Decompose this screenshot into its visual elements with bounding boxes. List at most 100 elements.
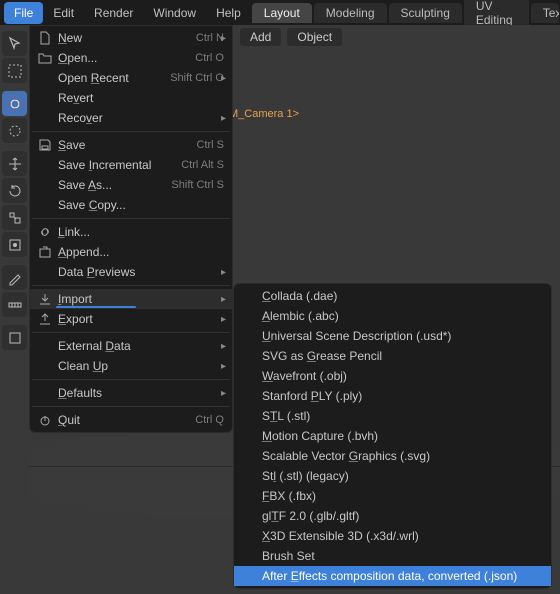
- file-menu-item-save-copy-[interactable]: Save Copy...: [30, 195, 232, 215]
- file-icon: [36, 31, 54, 45]
- tool-cursor[interactable]: [2, 31, 27, 56]
- file-dropdown: NewCtrl N▸Open...Ctrl OOpen RecentShift …: [29, 25, 233, 433]
- submenu-arrow-icon: ▸: [221, 361, 226, 372]
- submenu-arrow-icon: ▸: [221, 113, 226, 124]
- file-menu-item-recover[interactable]: Recover▸: [30, 108, 232, 128]
- tool-rotate[interactable]: [2, 178, 27, 203]
- menu-item-label: Append...: [58, 245, 224, 259]
- file-menu-item-open-recent[interactable]: Open RecentShift Ctrl O▸: [30, 68, 232, 88]
- submenu-arrow-icon: ▸: [221, 341, 226, 352]
- menu-item-label: Link...: [58, 225, 224, 239]
- workspace-tab-sculpting[interactable]: Sculpting: [389, 3, 462, 23]
- menu-item-label: External Data: [58, 339, 224, 353]
- submenu-arrow-icon: ▸: [221, 73, 226, 84]
- menu-file[interactable]: File: [4, 2, 43, 24]
- menu-item-label: Save Copy...: [58, 198, 224, 212]
- file-menu-item-save-incremental[interactable]: Save IncrementalCtrl Alt S: [30, 155, 232, 175]
- export-icon: [36, 312, 54, 326]
- submenu-arrow-icon: ▸: [221, 33, 226, 44]
- menu-item-shortcut: Ctrl S: [191, 139, 225, 151]
- import-menu-item-4[interactable]: Wavefront (.obj): [234, 366, 551, 386]
- menu-item-label: Save: [58, 138, 191, 152]
- import-menu-item-8[interactable]: Scalable Vector Graphics (.svg): [234, 446, 551, 466]
- menu-item-label: Quit: [58, 413, 189, 427]
- menu-edit[interactable]: Edit: [43, 2, 84, 24]
- file-menu-item-new[interactable]: NewCtrl N▸: [30, 28, 232, 48]
- submenu-arrow-icon: ▸: [221, 314, 226, 325]
- menu-item-label: Open Recent: [58, 71, 164, 85]
- tool-annotate[interactable]: [2, 265, 27, 290]
- import-menu-item-7[interactable]: Motion Capture (.bvh): [234, 426, 551, 446]
- add-menu[interactable]: Add: [240, 28, 281, 46]
- import-menu-item-11[interactable]: glTF 2.0 (.glb/.gltf): [234, 506, 551, 526]
- menu-item-label: New: [58, 31, 190, 45]
- file-menu-item-append-[interactable]: Append...: [30, 242, 232, 262]
- file-menu-item-save-as-[interactable]: Save As...Shift Ctrl S: [30, 175, 232, 195]
- workspace-tab-layout[interactable]: Layout: [252, 3, 312, 23]
- menu-item-shortcut: Ctrl Alt S: [175, 159, 224, 171]
- menu-item-label: Recover: [58, 111, 224, 125]
- menu-item-label: Save Incremental: [58, 158, 175, 172]
- menu-item-label: Clean Up: [58, 359, 224, 373]
- import-menu-item-1[interactable]: Alembic (.abc): [234, 306, 551, 326]
- file-menu-item-link-[interactable]: Link...: [30, 222, 232, 242]
- file-menu-item-external-data[interactable]: External Data▸: [30, 336, 232, 356]
- link-icon: [36, 225, 54, 239]
- submenu-arrow-icon: ▸: [221, 388, 226, 399]
- file-menu-item-save[interactable]: SaveCtrl S: [30, 135, 232, 155]
- import-menu-item-6[interactable]: STL (.stl): [234, 406, 551, 426]
- menu-item-label: Save As...: [58, 178, 165, 192]
- top-menubar: File Edit Render Window Help Layout Mode…: [0, 0, 560, 25]
- append-icon: [36, 245, 54, 259]
- power-icon: [36, 413, 54, 427]
- file-menu-item-export[interactable]: Export▸: [30, 309, 232, 329]
- file-menu-item-data-previews[interactable]: Data Previews▸: [30, 262, 232, 282]
- menu-item-shortcut: Ctrl O: [189, 52, 224, 64]
- menu-window[interactable]: Window: [143, 2, 206, 24]
- submenu-arrow-icon: ▸: [221, 294, 226, 305]
- file-menu-item-revert[interactable]: Revert: [30, 88, 232, 108]
- import-menu-item-2[interactable]: Universal Scene Description (.usd*): [234, 326, 551, 346]
- submenu-arrow-icon: ▸: [221, 267, 226, 278]
- menu-item-label: Data Previews: [58, 265, 224, 279]
- file-menu-item-import[interactable]: Import▸: [30, 289, 232, 309]
- import-menu-item-14[interactable]: After Effects composition data, converte…: [234, 566, 551, 586]
- tool-select-box[interactable]: [2, 58, 27, 83]
- save-icon: [36, 138, 54, 152]
- menu-item-shortcut: Shift Ctrl O: [164, 72, 224, 84]
- workspace-tab-texture[interactable]: Text: [531, 3, 559, 23]
- import-menu-item-10[interactable]: FBX (.fbx): [234, 486, 551, 506]
- file-menu-item-defaults[interactable]: Defaults▸: [30, 383, 232, 403]
- menu-help[interactable]: Help: [206, 2, 251, 24]
- tool-move[interactable]: [2, 118, 27, 143]
- file-menu-item-quit[interactable]: QuitCtrl Q: [30, 410, 232, 430]
- import-menu-item-12[interactable]: X3D Extensible 3D (.x3d/.wrl): [234, 526, 551, 546]
- left-toolbar: [0, 25, 29, 356]
- file-menu-item-open-[interactable]: Open...Ctrl O: [30, 48, 232, 68]
- tool-transform-move[interactable]: [2, 151, 27, 176]
- viewport-camera-label: M_Camera 1>: [229, 108, 299, 120]
- tool-transform[interactable]: [2, 232, 27, 257]
- menu-item-label: Revert: [58, 91, 224, 105]
- tool-3d-cursor[interactable]: [2, 91, 27, 116]
- import-menu-item-13[interactable]: Brush Set: [234, 546, 551, 566]
- menu-item-shortcut: Ctrl N: [190, 32, 224, 44]
- file-menu-item-clean-up[interactable]: Clean Up▸: [30, 356, 232, 376]
- import-menu-item-9[interactable]: Stl (.stl) (legacy): [234, 466, 551, 486]
- workspace-tab-modeling[interactable]: Modeling: [314, 3, 387, 23]
- menu-item-shortcut: Ctrl Q: [189, 414, 224, 426]
- import-menu-item-0[interactable]: Collada (.dae): [234, 286, 551, 306]
- import-icon: [36, 292, 54, 306]
- menu-render[interactable]: Render: [84, 2, 143, 24]
- menu-item-shortcut: Shift Ctrl S: [165, 179, 224, 191]
- import-menu-item-3[interactable]: SVG as Grease Pencil: [234, 346, 551, 366]
- menu-item-label: Export: [58, 312, 224, 326]
- import-submenu: Collada (.dae)Alembic (.abc)Universal Sc…: [233, 283, 552, 589]
- import-menu-item-5[interactable]: Stanford PLY (.ply): [234, 386, 551, 406]
- tool-scale[interactable]: [2, 205, 27, 230]
- object-menu[interactable]: Object: [287, 28, 342, 46]
- menu-item-label: Defaults: [58, 386, 224, 400]
- tool-add-primitive[interactable]: [2, 325, 27, 350]
- tool-measure[interactable]: [2, 292, 27, 317]
- menu-item-label: Open...: [58, 51, 189, 65]
